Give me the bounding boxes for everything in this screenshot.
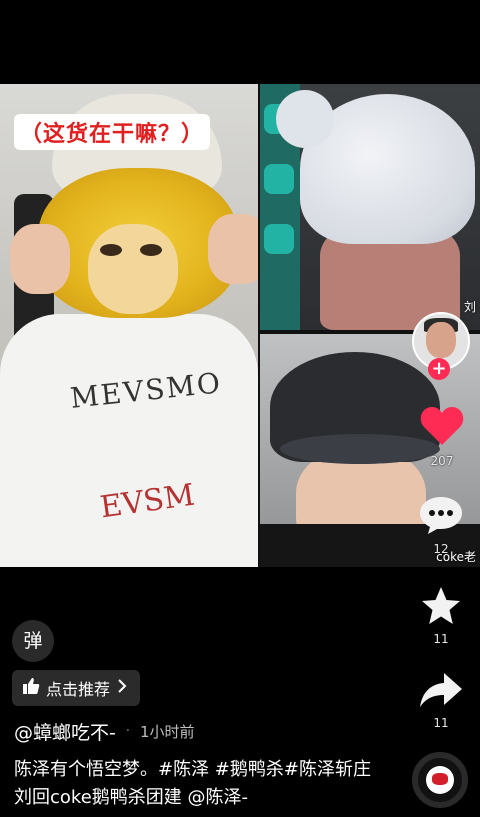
author-line: @蟑螂吃不- · 1小时前 [14, 718, 195, 745]
share-arrow-icon[interactable] [418, 670, 464, 710]
streamer-name-label: 刘 [463, 300, 476, 314]
mask-eye-right [140, 244, 162, 256]
video-caption: （这货在干嘛？） [14, 114, 211, 150]
danmaku-toggle-button[interactable]: 弹 [12, 620, 54, 662]
share-count: 11 [433, 716, 449, 730]
star-icon[interactable] [418, 584, 464, 628]
separator-dot: · [125, 724, 130, 739]
comment-count: 12 [433, 542, 449, 556]
mask-eye-left [100, 244, 122, 256]
disc-mark [432, 773, 448, 785]
follow-plus-icon[interactable]: + [428, 358, 450, 380]
like-count: 207 [430, 454, 454, 468]
music-disc-icon[interactable] [412, 752, 468, 808]
cap-ear [276, 90, 334, 148]
stream-panel-left: MEVSMO EVSM （这货在干嘛？） [0, 84, 258, 567]
recommend-label: 点击推荐 [46, 680, 111, 699]
hand-left [10, 224, 70, 294]
video-description[interactable]: 陈泽有个悟空梦。#陈泽 #鹅鸭杀#陈泽斩庄刘回coke鹅鸭杀团建 @陈泽- [14, 756, 384, 812]
avatar-face [426, 322, 456, 358]
favorite-count: 11 [433, 632, 449, 646]
hand-right [208, 214, 258, 284]
streamer-shirt [0, 314, 258, 567]
stream-panel-right-top: 刘 [260, 84, 480, 330]
author-name[interactable]: @蟑螂吃不- [14, 718, 116, 745]
comment-icon[interactable] [418, 494, 464, 536]
recommend-button[interactable]: 点击推荐 [12, 670, 141, 706]
post-time: 1小时前 [140, 723, 195, 741]
chevron-right-icon [116, 678, 128, 698]
heart-icon[interactable] [418, 404, 466, 448]
thumbs-up-icon [22, 677, 40, 699]
mask-face [88, 224, 178, 314]
shelf-figure [264, 224, 294, 254]
video-player[interactable]: MEVSMO EVSM （这货在干嘛？） 刘 coke老 [0, 84, 480, 567]
shelf-figure [264, 164, 294, 194]
